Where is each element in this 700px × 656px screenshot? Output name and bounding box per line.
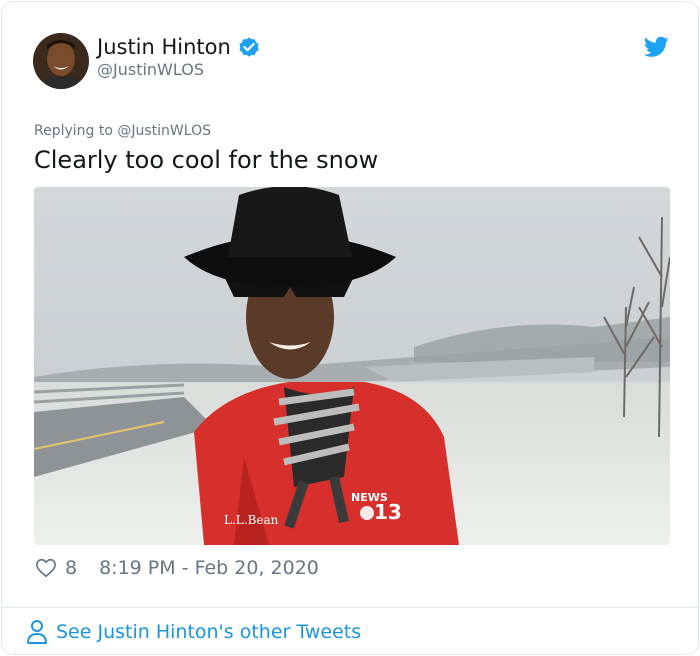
author-handle[interactable]: @JustinWLOS (97, 60, 204, 79)
like-count[interactable]: 8 (65, 557, 77, 579)
author-name[interactable]: Justin Hinton (97, 35, 231, 59)
verified-badge-icon (237, 35, 261, 59)
heart-icon[interactable] (35, 557, 57, 579)
tweet-text: Clearly too cool for the snow (34, 146, 379, 174)
tweet-meta: 8 8:19 PM - Feb 20, 2020 (35, 557, 319, 579)
see-other-tweets-label[interactable]: See Justin Hinton's other Tweets (56, 621, 361, 643)
divider (2, 607, 698, 608)
avatar[interactable] (33, 33, 89, 89)
author-name-row[interactable]: Justin Hinton (97, 35, 261, 59)
reply-context[interactable]: Replying to @JustinWLOS (34, 123, 211, 139)
twitter-bird-icon[interactable] (643, 36, 669, 58)
tweet-card: Justin Hinton @JustinWLOS Replying to @J… (1, 1, 699, 655)
person-icon (26, 619, 48, 645)
tweet-timestamp[interactable]: 8:19 PM - Feb 20, 2020 (99, 557, 319, 579)
see-other-tweets-link[interactable]: See Justin Hinton's other Tweets (26, 619, 361, 645)
tweet-media[interactable]: L.L.Bean NEWS 13 (34, 187, 670, 545)
station-logo-number: 13 (374, 500, 402, 524)
jacket-brand-label: L.L.Bean (224, 513, 279, 527)
